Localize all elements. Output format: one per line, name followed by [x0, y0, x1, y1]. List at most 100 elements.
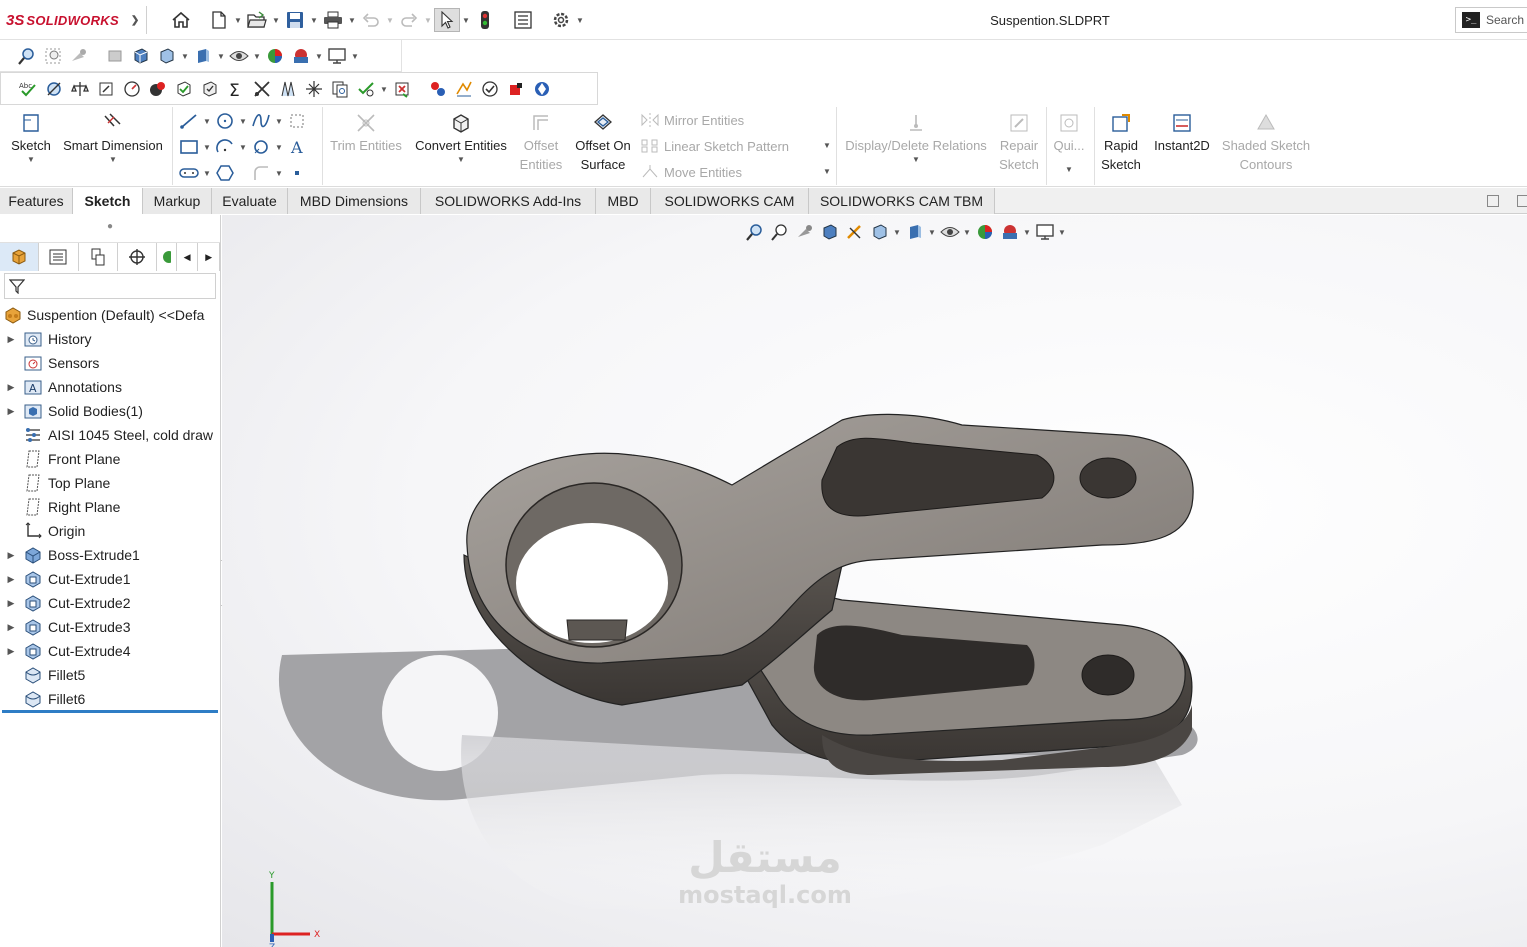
home-icon[interactable] [168, 8, 194, 32]
text-icon[interactable]: A [284, 135, 310, 159]
expand-arrow-icon[interactable]: ▶ [0, 382, 22, 393]
delete-icon[interactable] [389, 77, 415, 101]
circle-icon[interactable] [212, 109, 238, 133]
undo-dropdown-icon[interactable]: ▼ [384, 8, 396, 32]
view-settings-icon[interactable] [324, 44, 350, 68]
tree-item-boss-extrude1[interactable]: ▶ Boss-Extrude1 [0, 543, 221, 567]
part-model-render[interactable] [222, 215, 1527, 947]
fillet-sketch-icon[interactable] [248, 161, 274, 185]
spell-check-icon[interactable]: Abc [15, 77, 41, 101]
arc-icon[interactable] [212, 135, 238, 159]
statistics-icon[interactable] [145, 77, 171, 101]
apply-scene-icon[interactable] [288, 44, 314, 68]
feature-manager-tab-icon[interactable] [0, 243, 40, 271]
panel-grip[interactable]: ● [0, 215, 220, 243]
tab-mbd-dimensions[interactable]: MBD Dimensions [288, 188, 421, 214]
convert-entities-button[interactable]: Convert Entities ▼ [408, 110, 514, 165]
simulation-icon[interactable] [529, 77, 555, 101]
circle-dropdown-icon[interactable]: ▼ [238, 117, 248, 126]
tree-item-history[interactable]: ▶ History [0, 327, 221, 351]
edit-appearance-icon[interactable] [262, 44, 288, 68]
rapid-sketch-button[interactable]: Rapid Sketch [1096, 110, 1146, 174]
tab-solidworks-cam[interactable]: SOLIDWORKS CAM [651, 188, 809, 214]
expand-arrow-icon[interactable]: ▶ [0, 406, 22, 417]
quick-snaps-dropdown-icon[interactable]: ▼ [1048, 165, 1090, 175]
tree-item-fillet5[interactable]: Fillet5 [0, 663, 221, 687]
menu-expand-icon[interactable]: ❯ [131, 15, 139, 26]
display-style-icon[interactable] [190, 44, 216, 68]
tab-solidworks-cam-tbm[interactable]: SOLIDWORKS CAM TBM [809, 188, 995, 214]
select-arrow-icon[interactable] [434, 8, 460, 32]
solidworks-logo[interactable]: 3S SOLIDWORKS ❯ [6, 10, 139, 30]
tree-item-right-plane[interactable]: Right Plane [0, 495, 221, 519]
smart-dimension-dropdown-icon[interactable]: ▼ [58, 155, 168, 165]
point-icon[interactable] [284, 161, 310, 185]
expand-arrow-icon[interactable]: ▶ [0, 622, 22, 633]
sketch-dropdown-icon[interactable]: ▼ [4, 155, 58, 165]
linear-pattern-dropdown-icon[interactable]: ▼ [822, 141, 832, 150]
display-manager-tab-icon[interactable] [157, 243, 177, 271]
convert-entities-dropdown-icon[interactable]: ▼ [408, 155, 514, 165]
design-checker-icon[interactable] [477, 77, 503, 101]
tree-filter[interactable] [4, 273, 216, 299]
compare-documents-icon[interactable] [327, 77, 353, 101]
measure-icon[interactable] [41, 77, 67, 101]
undercut-analysis-icon[interactable] [301, 77, 327, 101]
previous-view-icon[interactable] [66, 44, 92, 68]
new-dropdown-icon[interactable]: ▼ [232, 8, 244, 32]
open-dropdown-icon[interactable]: ▼ [270, 8, 282, 32]
tree-item-cut-extrude1[interactable]: ▶ Cut-Extrude1 [0, 567, 221, 591]
hide-show-items-icon[interactable] [226, 44, 252, 68]
sensor-icon[interactable] [119, 77, 145, 101]
check-dropdown-icon[interactable]: ▼ [379, 85, 389, 94]
expand-arrow-icon[interactable]: ▶ [0, 334, 22, 345]
tree-item-fillet6[interactable]: Fillet6 [0, 687, 221, 711]
rollback-bar[interactable] [2, 710, 218, 713]
slot-dropdown-icon[interactable]: ▼ [202, 169, 212, 178]
file-properties-icon[interactable] [510, 8, 536, 32]
move-entities-dropdown-icon[interactable]: ▼ [822, 167, 832, 176]
equations-icon[interactable]: Σ [223, 77, 249, 101]
design-study-icon[interactable] [451, 77, 477, 101]
graphics-area[interactable]: ▼ ▼ ▼ ▼ ▼ Y X مستقل mostaql.com [222, 215, 1527, 947]
relations-dropdown-icon[interactable]: ▼ [840, 155, 992, 165]
geometry-analysis-icon[interactable] [197, 77, 223, 101]
repair-sketch-button[interactable]: Repair Sketch [994, 110, 1044, 174]
print-icon[interactable] [320, 8, 346, 32]
mass-properties-icon[interactable] [67, 77, 93, 101]
rebuild-icon[interactable] [472, 8, 498, 32]
task-pane-icon[interactable] [1517, 195, 1527, 207]
rectangle-icon[interactable] [176, 135, 202, 159]
quick-snaps-button[interactable]: Qui... ▼ [1048, 110, 1090, 175]
tree-item-cut-extrude4[interactable]: ▶ Cut-Extrude4 [0, 639, 221, 663]
property-manager-tab-icon[interactable] [39, 243, 79, 271]
check-active-document-icon[interactable] [353, 77, 379, 101]
section-view-icon[interactable] [102, 44, 128, 68]
options-dropdown-icon[interactable]: ▼ [574, 8, 586, 32]
print-dropdown-icon[interactable]: ▼ [346, 8, 358, 32]
expand-arrow-icon[interactable]: ▶ [0, 574, 22, 585]
trim-entities-button[interactable]: Trim Entities [326, 110, 406, 155]
check-icon[interactable] [171, 77, 197, 101]
tab-solidworks-add-ins[interactable]: SOLIDWORKS Add-Ins [421, 188, 596, 214]
stop-icon[interactable] [503, 77, 529, 101]
tab-features[interactable]: Features [0, 188, 73, 214]
undo-icon[interactable] [358, 8, 384, 32]
restore-pane-icon[interactable] [1487, 195, 1499, 207]
spline-icon[interactable] [248, 109, 274, 133]
shaded-sketch-contours-button[interactable]: Shaded Sketch Contours [1218, 110, 1314, 174]
apply-scene-dropdown-icon[interactable]: ▼ [314, 52, 324, 61]
zoom-to-area-icon[interactable] [40, 44, 66, 68]
draft-analysis-icon[interactable] [275, 77, 301, 101]
sketch-relations-icon[interactable] [249, 77, 275, 101]
options-gear-icon[interactable] [548, 8, 574, 32]
offset-entities-button[interactable]: Offset Entities [514, 110, 568, 174]
tab-sketch[interactable]: Sketch [73, 188, 143, 214]
display-style-dropdown-icon[interactable]: ▼ [216, 52, 226, 61]
sketch-button[interactable]: Sketch ▼ [4, 110, 58, 165]
tree-item-front-plane[interactable]: Front Plane [0, 447, 221, 471]
tab-evaluate[interactable]: Evaluate [212, 188, 288, 214]
line-dropdown-icon[interactable]: ▼ [202, 117, 212, 126]
save-dropdown-icon[interactable]: ▼ [308, 8, 320, 32]
configuration-manager-tab-icon[interactable] [78, 243, 118, 271]
